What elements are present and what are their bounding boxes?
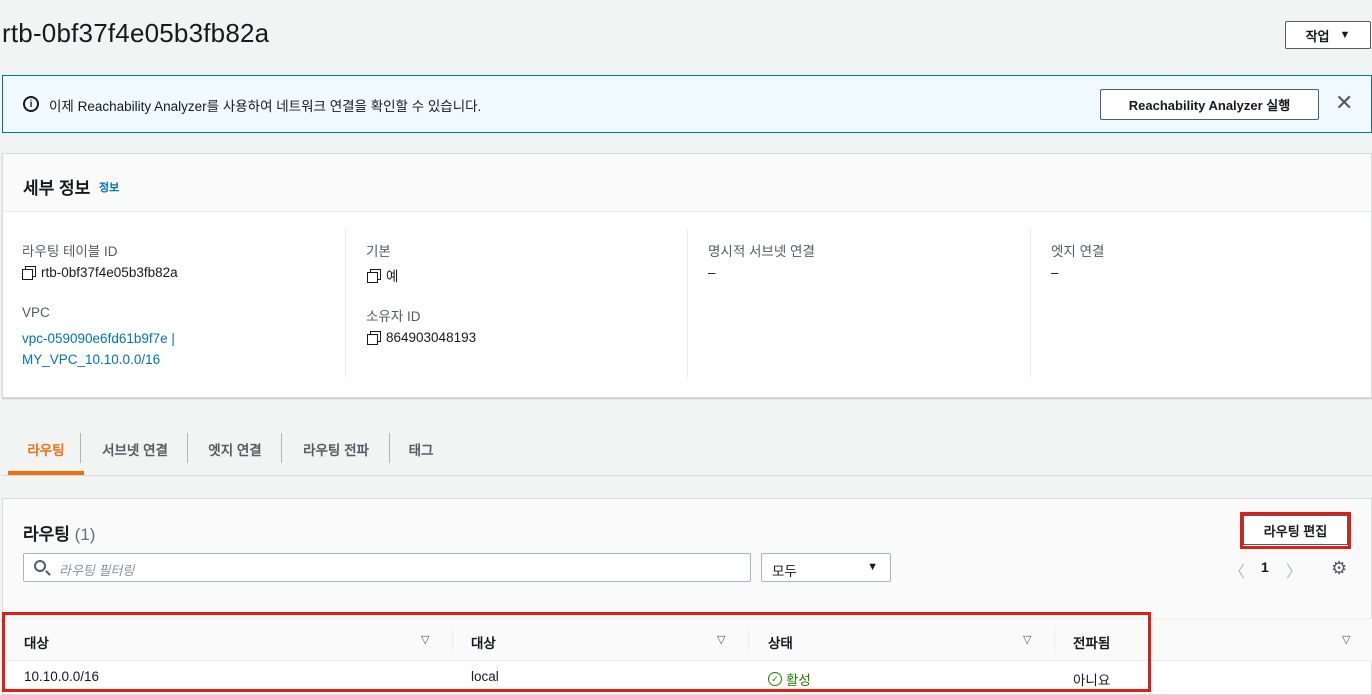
search-icon — [34, 560, 46, 572]
gear-icon[interactable]: ⚙ — [1331, 558, 1347, 579]
info-link[interactable]: 정보 — [99, 179, 119, 195]
flash-message: 이제 Reachability Analyzer를 사용하여 네트워크 연결을 … — [49, 99, 482, 114]
vpc-link-line2[interactable]: MY_VPC_10.10.0.0/16 — [22, 349, 175, 370]
tab-subnet-associations[interactable]: 서브넷 연결 — [82, 434, 188, 464]
routes-count: (1) — [74, 525, 96, 544]
copy-icon[interactable] — [22, 266, 36, 280]
column-divider — [687, 228, 688, 378]
owner-id-value: 864903048193 — [367, 330, 476, 345]
search-placeholder: 라우팅 필터링 — [59, 563, 135, 578]
edge-association-value: – — [1051, 265, 1059, 280]
tab-edge-associations[interactable]: 엣지 연결 — [189, 434, 281, 464]
actions-button[interactable]: 작업 ▼ — [1285, 21, 1371, 49]
routes-title-text: 라우팅 — [23, 525, 70, 544]
caret-down-icon: ▼ — [867, 561, 878, 573]
routes-title: 라우팅 (1) — [23, 520, 95, 545]
actions-label: 작업 — [1305, 28, 1330, 44]
tab-bar: 라우팅 서브넷 연결 엣지 연결 라우팅 전파 태그 — [2, 426, 1372, 476]
column-divider — [1030, 228, 1031, 378]
sort-icon[interactable]: ▽ — [1342, 633, 1350, 646]
details-title: 세부 정보 — [23, 179, 91, 198]
route-table-id-value: rtb-0bf37f4e05b3fb82a — [22, 265, 178, 280]
vpc-link[interactable]: vpc-059090e6fd61b9f7e | MY_VPC_10.10.0.0… — [22, 328, 175, 370]
owner-id-label: 소유자 ID — [366, 309, 421, 324]
owner-id-text: 864903048193 — [386, 330, 477, 345]
main-value-text: 예 — [386, 269, 399, 284]
copy-icon[interactable] — [367, 268, 381, 283]
filter-select-value: 모두 — [772, 564, 797, 579]
page-number[interactable]: 1 — [1261, 559, 1269, 575]
vpc-link-line1[interactable]: vpc-059090e6fd61b9f7e | — [22, 328, 175, 349]
active-tab-indicator — [8, 471, 84, 475]
edge-association-label: 엣지 연결 — [1051, 244, 1105, 259]
vpc-label: VPC — [22, 305, 50, 320]
tab-divider — [281, 433, 282, 463]
close-icon[interactable]: ✕ — [1335, 92, 1353, 114]
tab-tags[interactable]: 태그 — [391, 434, 451, 464]
info-icon: i — [23, 96, 39, 112]
tab-route-propagation[interactable]: 라우팅 전파 — [283, 434, 389, 464]
route-table-id-label: 라우팅 테이블 ID — [22, 244, 118, 259]
tab-routes[interactable]: 라우팅 — [8, 434, 84, 464]
details-header: 세부 정보 정보 — [3, 154, 1371, 212]
main-label: 기본 — [366, 244, 391, 259]
run-reachability-analyzer-button[interactable]: Reachability Analyzer 실행 — [1100, 89, 1319, 120]
route-table-id-text: rtb-0bf37f4e05b3fb82a — [41, 265, 178, 280]
tab-divider — [389, 433, 390, 463]
chevron-left-icon[interactable]: 〈 — [1229, 558, 1245, 582]
chevron-right-icon[interactable]: 〉 — [1286, 558, 1302, 582]
explicit-subnet-label: 명시적 서브넷 연결 — [708, 244, 815, 259]
tab-divider — [187, 433, 188, 463]
page-title: rtb-0bf37f4e05b3fb82a — [2, 18, 270, 48]
route-filter-input[interactable]: 라우팅 필터링 — [23, 553, 751, 582]
filter-select[interactable]: 모두 ▼ — [761, 553, 891, 582]
column-divider — [345, 228, 346, 378]
highlight-box — [1240, 512, 1351, 549]
info-flashbar: i 이제 Reachability Analyzer를 사용하여 네트워크 연결… — [2, 75, 1372, 133]
copy-icon[interactable] — [367, 331, 381, 345]
caret-down-icon: ▼ — [1339, 29, 1351, 41]
main-value: 예 — [367, 265, 398, 285]
details-panel: 세부 정보 정보 라우팅 테이블 ID rtb-0bf37f4e05b3fb82… — [2, 153, 1372, 398]
explicit-subnet-value: – — [708, 265, 716, 280]
tab-divider — [80, 433, 81, 463]
highlight-box — [2, 612, 1151, 692]
